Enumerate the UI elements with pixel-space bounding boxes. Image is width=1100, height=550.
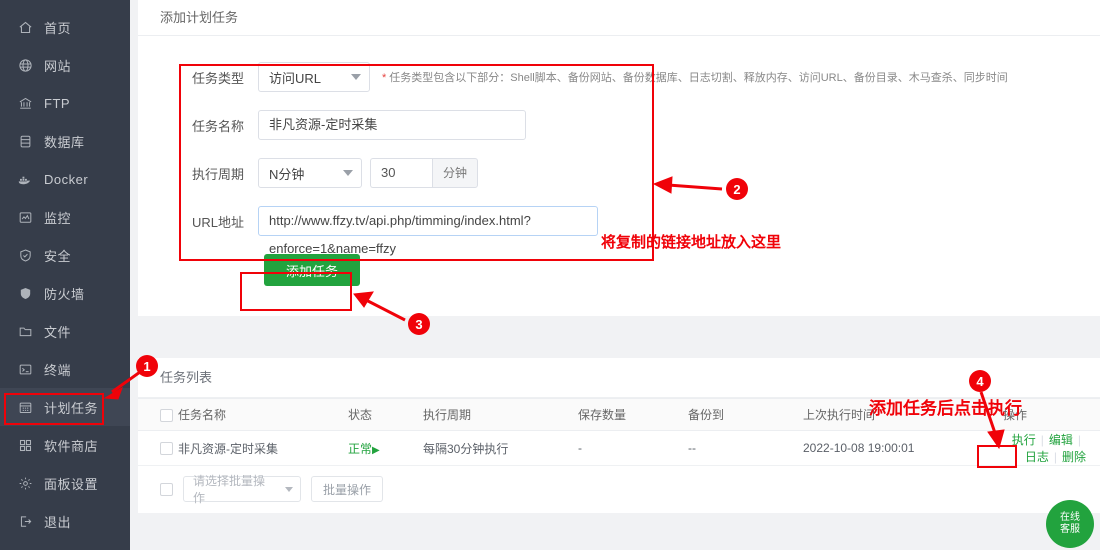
annotation-arrows	[0, 0, 1100, 550]
annotation-layer: 1 2 3 4 将复制的链接地址放入这里 添加任务后点击执行	[0, 0, 1100, 550]
annotation-badge-4: 4	[969, 370, 991, 392]
online-support-button[interactable]: 在线 客服	[1046, 500, 1094, 548]
online-support-line1: 在线	[1060, 512, 1080, 524]
annotation-badge-3: 3	[408, 313, 430, 335]
online-support-line2: 客服	[1060, 524, 1080, 536]
annotation-badge-2: 2	[726, 178, 748, 200]
annotation-badge-1: 1	[136, 355, 158, 377]
highlight-box-add-button	[240, 272, 352, 311]
annotation-note-url: 将复制的链接地址放入这里	[601, 231, 781, 252]
highlight-box-form	[179, 64, 654, 261]
annotation-note-run: 添加任务后点击执行	[869, 394, 1022, 419]
highlight-box-sidebar-cron	[4, 393, 104, 425]
highlight-box-run-link	[977, 445, 1017, 468]
app-root: 首页 网站 FTP 数据库 Docker	[0, 0, 1100, 550]
